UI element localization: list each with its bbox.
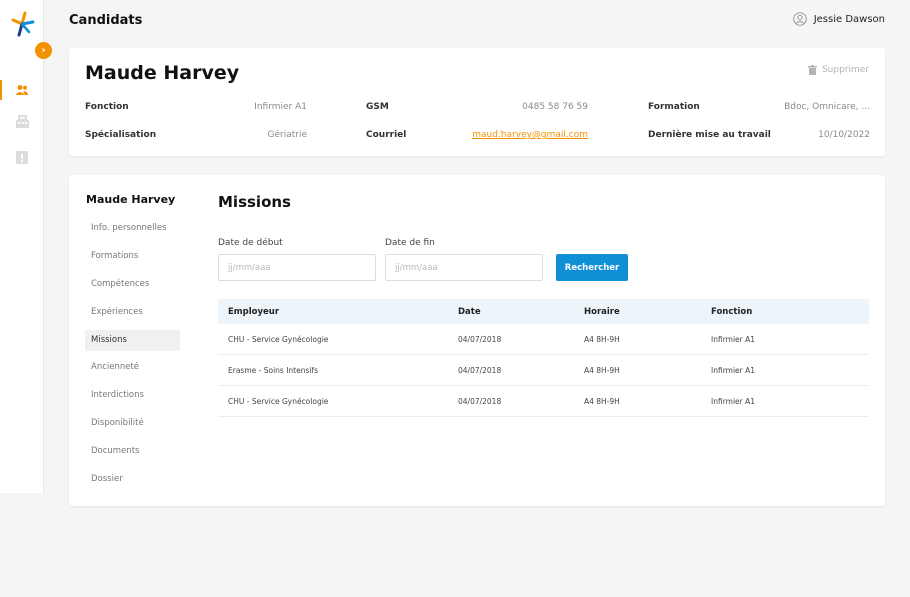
cell-horaire: A4 8H-9H (584, 334, 620, 344)
chevron-right-icon: › (41, 45, 46, 56)
info-courriel: Courriel maud.harvey@gmail.com (366, 130, 588, 140)
menu-item-info-personnelles[interactable]: Info. personnelles (85, 218, 180, 239)
search-button[interactable]: Rechercher (556, 254, 628, 281)
sidebar (0, 0, 44, 493)
menu-item-competences[interactable]: Compétences (85, 274, 180, 295)
cell-horaire: A4 8H-9H (584, 365, 620, 375)
end-date-label: Date de fin (385, 238, 435, 248)
candidate-header-card: Maude Harvey Supprimer Fonction Infirmie… (69, 48, 885, 156)
page-title: Candidats (69, 13, 143, 28)
info-formation: Formation Bdoc, Omnicare, ... (648, 102, 870, 112)
menu-item-anciennete[interactable]: Ancienneté (85, 357, 180, 378)
info-value: 10/10/2022 (818, 130, 870, 140)
info-derniere-mise-au-travail: Dernière mise au travail 10/10/2022 (648, 130, 870, 140)
cell-date: 04/07/2018 (458, 334, 502, 344)
info-label: Fonction (85, 102, 129, 112)
menu-item-experiences[interactable]: Expériences (85, 302, 180, 323)
candidate-name: Maude Harvey (85, 62, 240, 84)
email-link[interactable]: maud.harvey@gmail.com (472, 130, 588, 140)
column-header-fonction[interactable]: Fonction (711, 307, 869, 317)
cell-date: 04/07/2018 (458, 396, 502, 406)
app-logo (11, 11, 35, 37)
info-gsm: GSM 0485 58 76 59 (366, 102, 588, 112)
sidebar-item-entreprises[interactable] (0, 109, 44, 133)
menu-item-formations[interactable]: Formations (85, 246, 180, 267)
info-fonction: Fonction Infirmier A1 (85, 102, 307, 112)
info-label: Dernière mise au travail (648, 130, 771, 140)
sidebar-toggle-button[interactable]: › (35, 42, 52, 59)
info-value: Bdoc, Omnicare, ... (784, 102, 870, 112)
cell-fonction: Infirmier A1 (711, 334, 756, 344)
menu-item-interdictions[interactable]: Interdictions (85, 385, 180, 406)
cell-fonction: Infirmier A1 (711, 365, 756, 375)
user-name: Jessie Dawson (813, 13, 885, 25)
info-value: Infirmier A1 (254, 102, 307, 112)
info-label: Formation (648, 102, 700, 112)
end-date-input[interactable] (385, 254, 543, 281)
cell-employeur: Erasme - Soins Intensifs (228, 365, 319, 375)
delete-label: Supprimer (821, 65, 869, 75)
menu-item-disponibilite[interactable]: Disponibilité (85, 413, 180, 434)
building-icon (15, 115, 29, 128)
menu-item-dossier[interactable]: Dossier (85, 469, 180, 490)
missions-card: Maude Harvey Info. personnelles Formatio… (69, 175, 885, 506)
start-date-label: Date de début (218, 238, 283, 248)
book-icon (16, 150, 28, 164)
missions-table: Employeur Date Horaire Fonction CHU - Se… (218, 299, 869, 417)
table-row[interactable]: CHU - Service Gynécologie 04/07/2018 A4 … (218, 386, 869, 417)
start-date-input[interactable] (218, 254, 376, 281)
cell-employeur: CHU - Service Gynécologie (228, 334, 329, 344)
info-value: 0485 58 76 59 (522, 102, 588, 112)
cell-horaire: A4 8H-9H (584, 396, 620, 406)
table-row[interactable]: Erasme - Soins Intensifs 04/07/2018 A4 8… (218, 355, 869, 386)
cell-date: 04/07/2018 (458, 365, 502, 375)
column-header-employeur[interactable]: Employeur (218, 307, 458, 317)
info-label: GSM (366, 102, 389, 112)
users-icon (15, 85, 29, 95)
column-header-date[interactable]: Date (458, 307, 584, 317)
delete-button[interactable]: Supprimer (807, 65, 869, 75)
user-menu[interactable]: Jessie Dawson (792, 12, 885, 26)
info-value: Gériatrie (267, 130, 308, 140)
info-specialisation: Spécialisation Gériatrie (85, 130, 307, 140)
table-row[interactable]: CHU - Service Gynécologie 04/07/2018 A4 … (218, 324, 869, 355)
table-header: Employeur Date Horaire Fonction (218, 299, 869, 324)
cell-employeur: CHU - Service Gynécologie (228, 396, 329, 406)
avatar-icon (792, 12, 807, 26)
sidebar-item-candidats[interactable] (0, 78, 44, 102)
side-menu-title: Maude Harvey (86, 193, 176, 206)
trash-icon (807, 65, 817, 75)
cell-fonction: Infirmier A1 (711, 396, 756, 406)
sidebar-item-documents[interactable] (0, 145, 44, 169)
info-label: Courriel (366, 130, 407, 140)
info-label: Spécialisation (85, 130, 157, 140)
section-title: Missions (218, 193, 291, 211)
menu-item-missions[interactable]: Missions (85, 330, 180, 351)
column-header-horaire[interactable]: Horaire (584, 307, 711, 317)
menu-item-documents[interactable]: Documents (85, 441, 180, 462)
